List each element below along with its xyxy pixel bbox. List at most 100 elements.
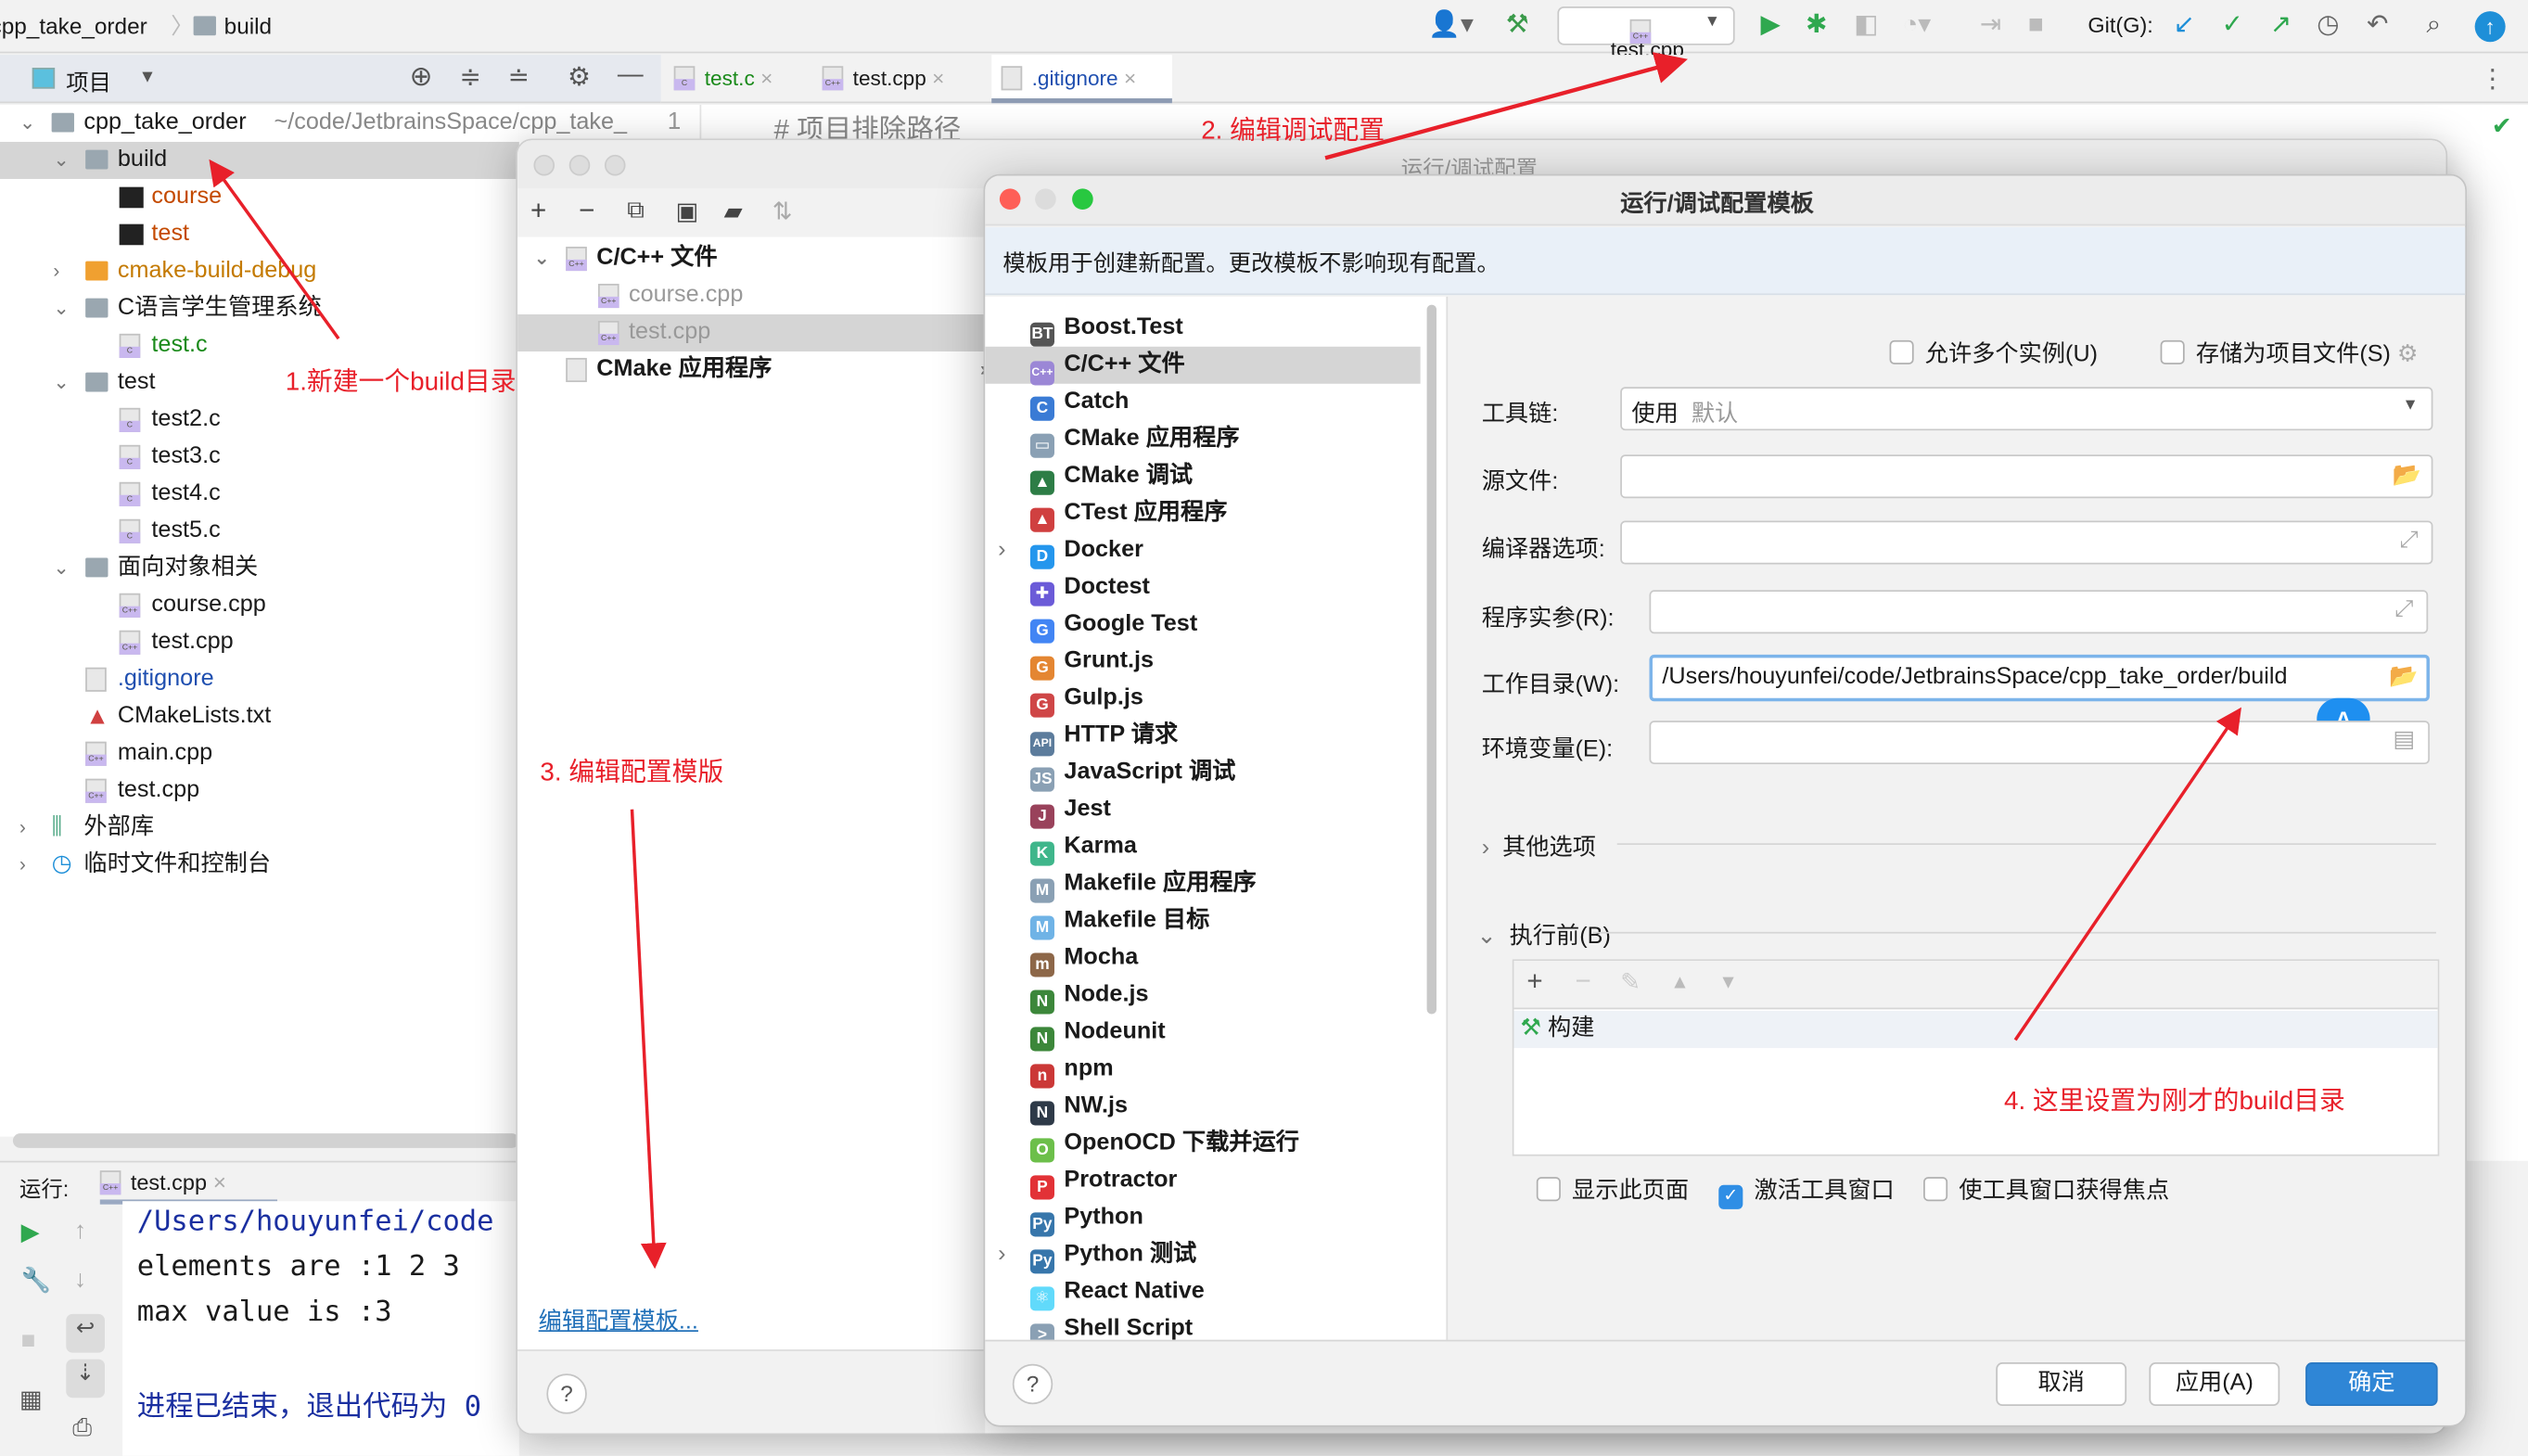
- chevron-right-icon[interactable]: ›: [998, 1236, 1005, 1273]
- user-icon[interactable]: 👤▾: [1428, 9, 1474, 42]
- save-icon[interactable]: ▣: [675, 197, 698, 226]
- horizontal-scrollbar[interactable]: [12, 1133, 519, 1148]
- history-icon[interactable]: ◷: [2317, 9, 2339, 42]
- activate-tool-window-checkbox[interactable]: ✓ 激活工具窗口: [1718, 1172, 1895, 1209]
- move-up-icon[interactable]: ▲: [1670, 971, 1690, 993]
- tree-item[interactable]: ⌄ C语言学生管理系统: [0, 290, 519, 327]
- print-icon[interactable]: ⎙: [72, 1414, 92, 1442]
- add-icon[interactable]: +: [1526, 965, 1542, 998]
- run-config-selector[interactable]: C++ test.cpp ▼: [1557, 6, 1735, 61]
- wrench-icon[interactable]: 🔧: [21, 1266, 51, 1295]
- template-item[interactable]: n npm: [1029, 1052, 1114, 1089]
- tree-item[interactable]: .gitignore: [0, 661, 519, 698]
- checkbox-checked[interactable]: ✓: [1718, 1184, 1743, 1209]
- help-button[interactable]: ?: [546, 1373, 587, 1414]
- tree-item[interactable]: Ctest4.c: [0, 476, 519, 513]
- toolchain-select[interactable]: 使用 默认 ▼: [1620, 387, 2433, 431]
- template-item[interactable]: G Grunt.js: [1029, 644, 1154, 681]
- close-icon[interactable]: ×: [932, 66, 944, 90]
- update-icon[interactable]: ↑: [2474, 11, 2506, 43]
- close-window-button[interactable]: [533, 154, 555, 176]
- checkbox[interactable]: [2160, 339, 2185, 364]
- template-item[interactable]: K Karma: [1029, 829, 1137, 866]
- template-item[interactable]: > Shell Script: [1029, 1310, 1193, 1340]
- up-icon[interactable]: ↑: [74, 1218, 86, 1245]
- zoom-window-button[interactable]: [604, 154, 626, 176]
- template-item[interactable]: M Makefile 目标: [1029, 903, 1209, 940]
- expand-icon[interactable]: ⤢: [2394, 596, 2413, 622]
- tree-item[interactable]: › ◷ 临时文件和控制台: [0, 847, 519, 884]
- edit-icon[interactable]: ✎: [1620, 967, 1641, 997]
- folder-open-icon[interactable]: 📂: [2393, 461, 2421, 489]
- rerun-icon[interactable]: ▶: [21, 1218, 40, 1246]
- chevron-right-icon[interactable]: ›: [53, 253, 59, 290]
- working-dir-input[interactable]: /Users/houyunfei/code/JetbrainsSpace/cpp…: [1649, 654, 2430, 702]
- template-item[interactable]: › D Docker: [998, 532, 1143, 569]
- cancel-button[interactable]: 取消: [1996, 1362, 2127, 1406]
- zoom-window-button[interactable]: [1072, 188, 1093, 211]
- template-item[interactable]: ▲ CMake 调试: [1029, 458, 1193, 495]
- close-icon[interactable]: ×: [1124, 66, 1136, 90]
- template-item[interactable]: O OpenOCD 下载并运行: [1029, 1125, 1299, 1163]
- template-item[interactable]: C Catch: [1029, 384, 1129, 421]
- template-item[interactable]: G Google Test: [1029, 607, 1197, 644]
- template-item[interactable]: P Protractor: [1029, 1162, 1177, 1200]
- search-icon[interactable]: ⌕: [2426, 9, 2441, 42]
- chevron-down-icon[interactable]: ⌄: [53, 550, 69, 587]
- run-icon[interactable]: ▶: [1760, 9, 1780, 42]
- close-icon[interactable]: ×: [760, 66, 772, 90]
- tree-item[interactable]: Ctest3.c: [0, 439, 519, 476]
- template-item[interactable]: ▭ CMake 应用程序: [1029, 421, 1240, 458]
- breadcrumb-project[interactable]: cpp_take_order: [0, 13, 147, 39]
- template-item[interactable]: G Gulp.js: [1029, 681, 1143, 718]
- copy-icon[interactable]: ⧉: [627, 197, 645, 224]
- tree-item[interactable]: ⌄ 面向对象相关: [0, 550, 519, 587]
- locate-icon[interactable]: ⊕: [410, 61, 433, 94]
- chevron-down-icon[interactable]: ⌄: [19, 105, 35, 142]
- stop-icon[interactable]: ■: [21, 1327, 36, 1355]
- git-push-icon[interactable]: ↗: [2270, 9, 2292, 42]
- project-panel-title[interactable]: 项目: [66, 66, 111, 98]
- minimize-window-button[interactable]: [1035, 188, 1056, 211]
- scroll-to-end-icon[interactable]: ⇣: [66, 1359, 106, 1399]
- config-tree-item[interactable]: C++ test.cpp: [517, 314, 986, 351]
- store-as-file-checkbox[interactable]: 存储为项目文件(S) ⚙: [2160, 336, 2419, 370]
- down-icon[interactable]: ↓: [74, 1266, 86, 1294]
- tree-item[interactable]: C++ course.cpp: [0, 587, 519, 624]
- rollback-icon[interactable]: ↶: [2367, 9, 2388, 42]
- config-tree-item[interactable]: C++ course.cpp: [517, 277, 985, 314]
- gear-icon[interactable]: ⚙: [568, 61, 591, 94]
- template-item[interactable]: API HTTP 请求: [1029, 718, 1178, 757]
- config-tree-item[interactable]: ⌄ C++ C/C++ 文件: [517, 240, 985, 277]
- source-file-input[interactable]: 📂: [1620, 454, 2433, 499]
- tree-item[interactable]: C++ test.cpp: [0, 773, 519, 810]
- profile-icon[interactable]: ◔▾: [1902, 9, 1931, 42]
- minimize-window-button[interactable]: [568, 154, 591, 176]
- sort-icon[interactable]: ⇅: [772, 197, 793, 226]
- checkbox[interactable]: [1536, 1177, 1561, 1202]
- collapse-all-icon[interactable]: ≐: [508, 61, 530, 94]
- console-output[interactable]: /Users/houyunfei/code elements are :1 2 …: [122, 1201, 519, 1456]
- template-item[interactable]: Py Python: [1029, 1199, 1143, 1237]
- before-launch-toggle[interactable]: ⌄ 执行前(B): [1476, 917, 1610, 952]
- git-commit-icon[interactable]: ✓: [2222, 9, 2243, 42]
- template-item[interactable]: ✚ Doctest: [1029, 569, 1150, 607]
- expand-icon[interactable]: ⤢: [2400, 527, 2419, 553]
- template-item[interactable]: › Py Python 测试: [998, 1236, 1196, 1274]
- tab-test-cpp[interactable]: C++ test.cpp ×: [822, 55, 984, 103]
- apply-button[interactable]: 应用(A): [2149, 1362, 2280, 1406]
- tree-item[interactable]: ▲ CMakeLists.txt: [0, 698, 519, 735]
- remove-icon[interactable]: −: [1576, 965, 1591, 998]
- attach-icon[interactable]: ⇥: [1980, 9, 2001, 42]
- template-item[interactable]: N NW.js: [1029, 1089, 1128, 1126]
- chevron-down-icon[interactable]: ▼: [139, 68, 157, 87]
- debug-icon[interactable]: ✱: [1806, 9, 1827, 42]
- focus-tool-window-checkbox[interactable]: 使工具窗口获得焦点: [1923, 1172, 2169, 1207]
- tree-item[interactable]: C++ test.cpp: [0, 624, 519, 661]
- run-tab[interactable]: C++ test.cpp ×: [99, 1162, 278, 1205]
- template-item[interactable]: JS JavaScript 调试: [1029, 755, 1235, 792]
- chevron-right-icon[interactable]: ›: [19, 810, 26, 847]
- more-icon[interactable]: ⋮: [2480, 63, 2506, 96]
- template-item[interactable]: J Jest: [1029, 792, 1111, 829]
- checkbox[interactable]: [1923, 1177, 1948, 1202]
